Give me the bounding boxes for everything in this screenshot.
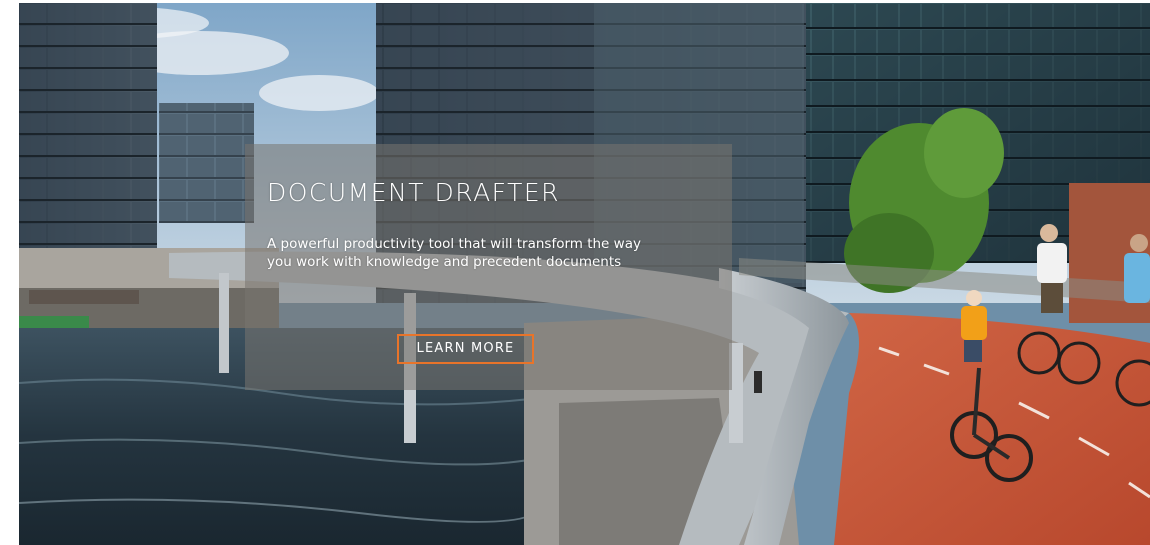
hero-banner	[19, 3, 1150, 545]
learn-more-button[interactable]: LEARN MORE	[397, 334, 534, 364]
hero-subtitle: A powerful productivity tool that will t…	[267, 236, 641, 270]
hero-title: DOCUMENT DRAFTER	[267, 178, 561, 207]
